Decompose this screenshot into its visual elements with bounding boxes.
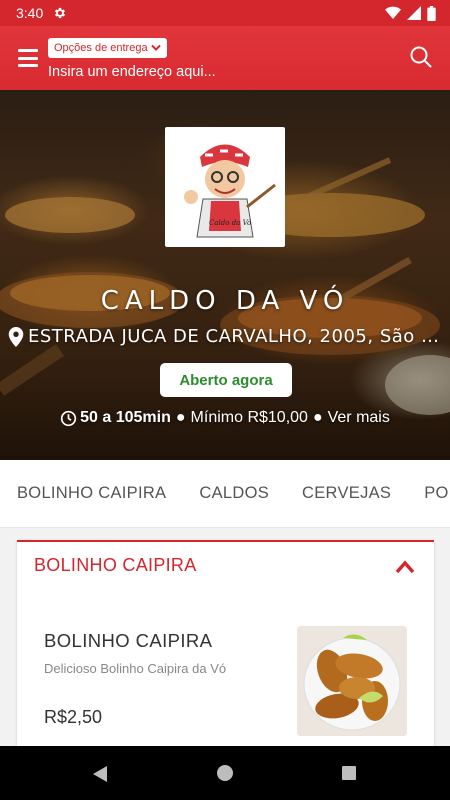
battery-icon	[427, 5, 436, 21]
tab-cervejas[interactable]: CERVEJAS	[302, 484, 391, 503]
tab-porcoes[interactable]: PORÇÕES	[424, 484, 450, 503]
tab-bolinho-caipira[interactable]: BOLINHO CAIPIRA	[17, 484, 166, 503]
address-text: ESTRADA JUCA DE CARVALHO, 2005, São Paul…	[28, 326, 446, 347]
status-bar: 3:40	[0, 0, 450, 26]
item-photo	[297, 626, 407, 736]
recent-apps-icon[interactable]	[342, 766, 356, 780]
restaurant-address: ESTRADA JUCA DE CARVALHO, 2005, São Paul…	[8, 326, 446, 347]
open-status-badge: Aberto agora	[160, 363, 292, 397]
delivery-options-dropdown[interactable]: Opções de entrega	[48, 38, 167, 58]
gear-icon	[55, 7, 66, 19]
status-time: 3:40	[16, 5, 44, 21]
menu-section: BOLINHO CAIPIRA BOLINHO CAIPIRA Delicios…	[17, 540, 434, 760]
signal-icon	[407, 6, 421, 20]
chevron-down-icon	[150, 44, 161, 51]
address-input[interactable]	[48, 61, 388, 83]
logo-script: Caldo da Vó	[209, 219, 252, 227]
search-icon[interactable]	[408, 44, 434, 70]
clock-icon	[60, 410, 77, 426]
restaurant-name: CALDO DA VÓ	[100, 286, 350, 316]
item-name: BOLINHO CAIPIRA	[44, 630, 213, 651]
item-description: Delicioso Bolinho Caipira da Vó	[44, 661, 227, 676]
chevron-up-icon[interactable]	[395, 560, 415, 574]
restaurant-hero: Caldo da Vó CALDO DA VÓ ESTRADA JUCA DE …	[0, 90, 450, 460]
delivery-info-row: 50 a 105min ● Mínimo R$10,00 ● Ver mais	[0, 409, 450, 427]
see-more-link[interactable]: Ver mais	[328, 409, 390, 427]
category-tabs: BOLINHO CAIPIRA CALDOS CERVEJAS PORÇÕES	[0, 460, 450, 528]
system-nav-bar	[0, 746, 450, 800]
delivery-options-label: Opções de entrega	[54, 42, 148, 54]
restaurant-logo: Caldo da Vó	[165, 127, 285, 247]
location-pin-icon	[8, 326, 24, 347]
menu-item[interactable]: BOLINHO CAIPIRA Delicioso Bolinho Caipir…	[33, 606, 418, 756]
delivery-time: 50 a 105min	[80, 409, 171, 426]
app-bar: Opções de entrega	[0, 26, 450, 90]
home-icon[interactable]	[217, 765, 233, 781]
wifi-icon	[385, 6, 401, 19]
menu-icon[interactable]	[14, 46, 42, 70]
tab-caldos[interactable]: CALDOS	[199, 484, 269, 503]
back-icon[interactable]	[92, 765, 108, 783]
item-price: R$2,50	[44, 707, 103, 727]
section-title[interactable]: BOLINHO CAIPIRA	[34, 555, 197, 576]
minimum-order: Mínimo R$10,00	[190, 409, 308, 426]
